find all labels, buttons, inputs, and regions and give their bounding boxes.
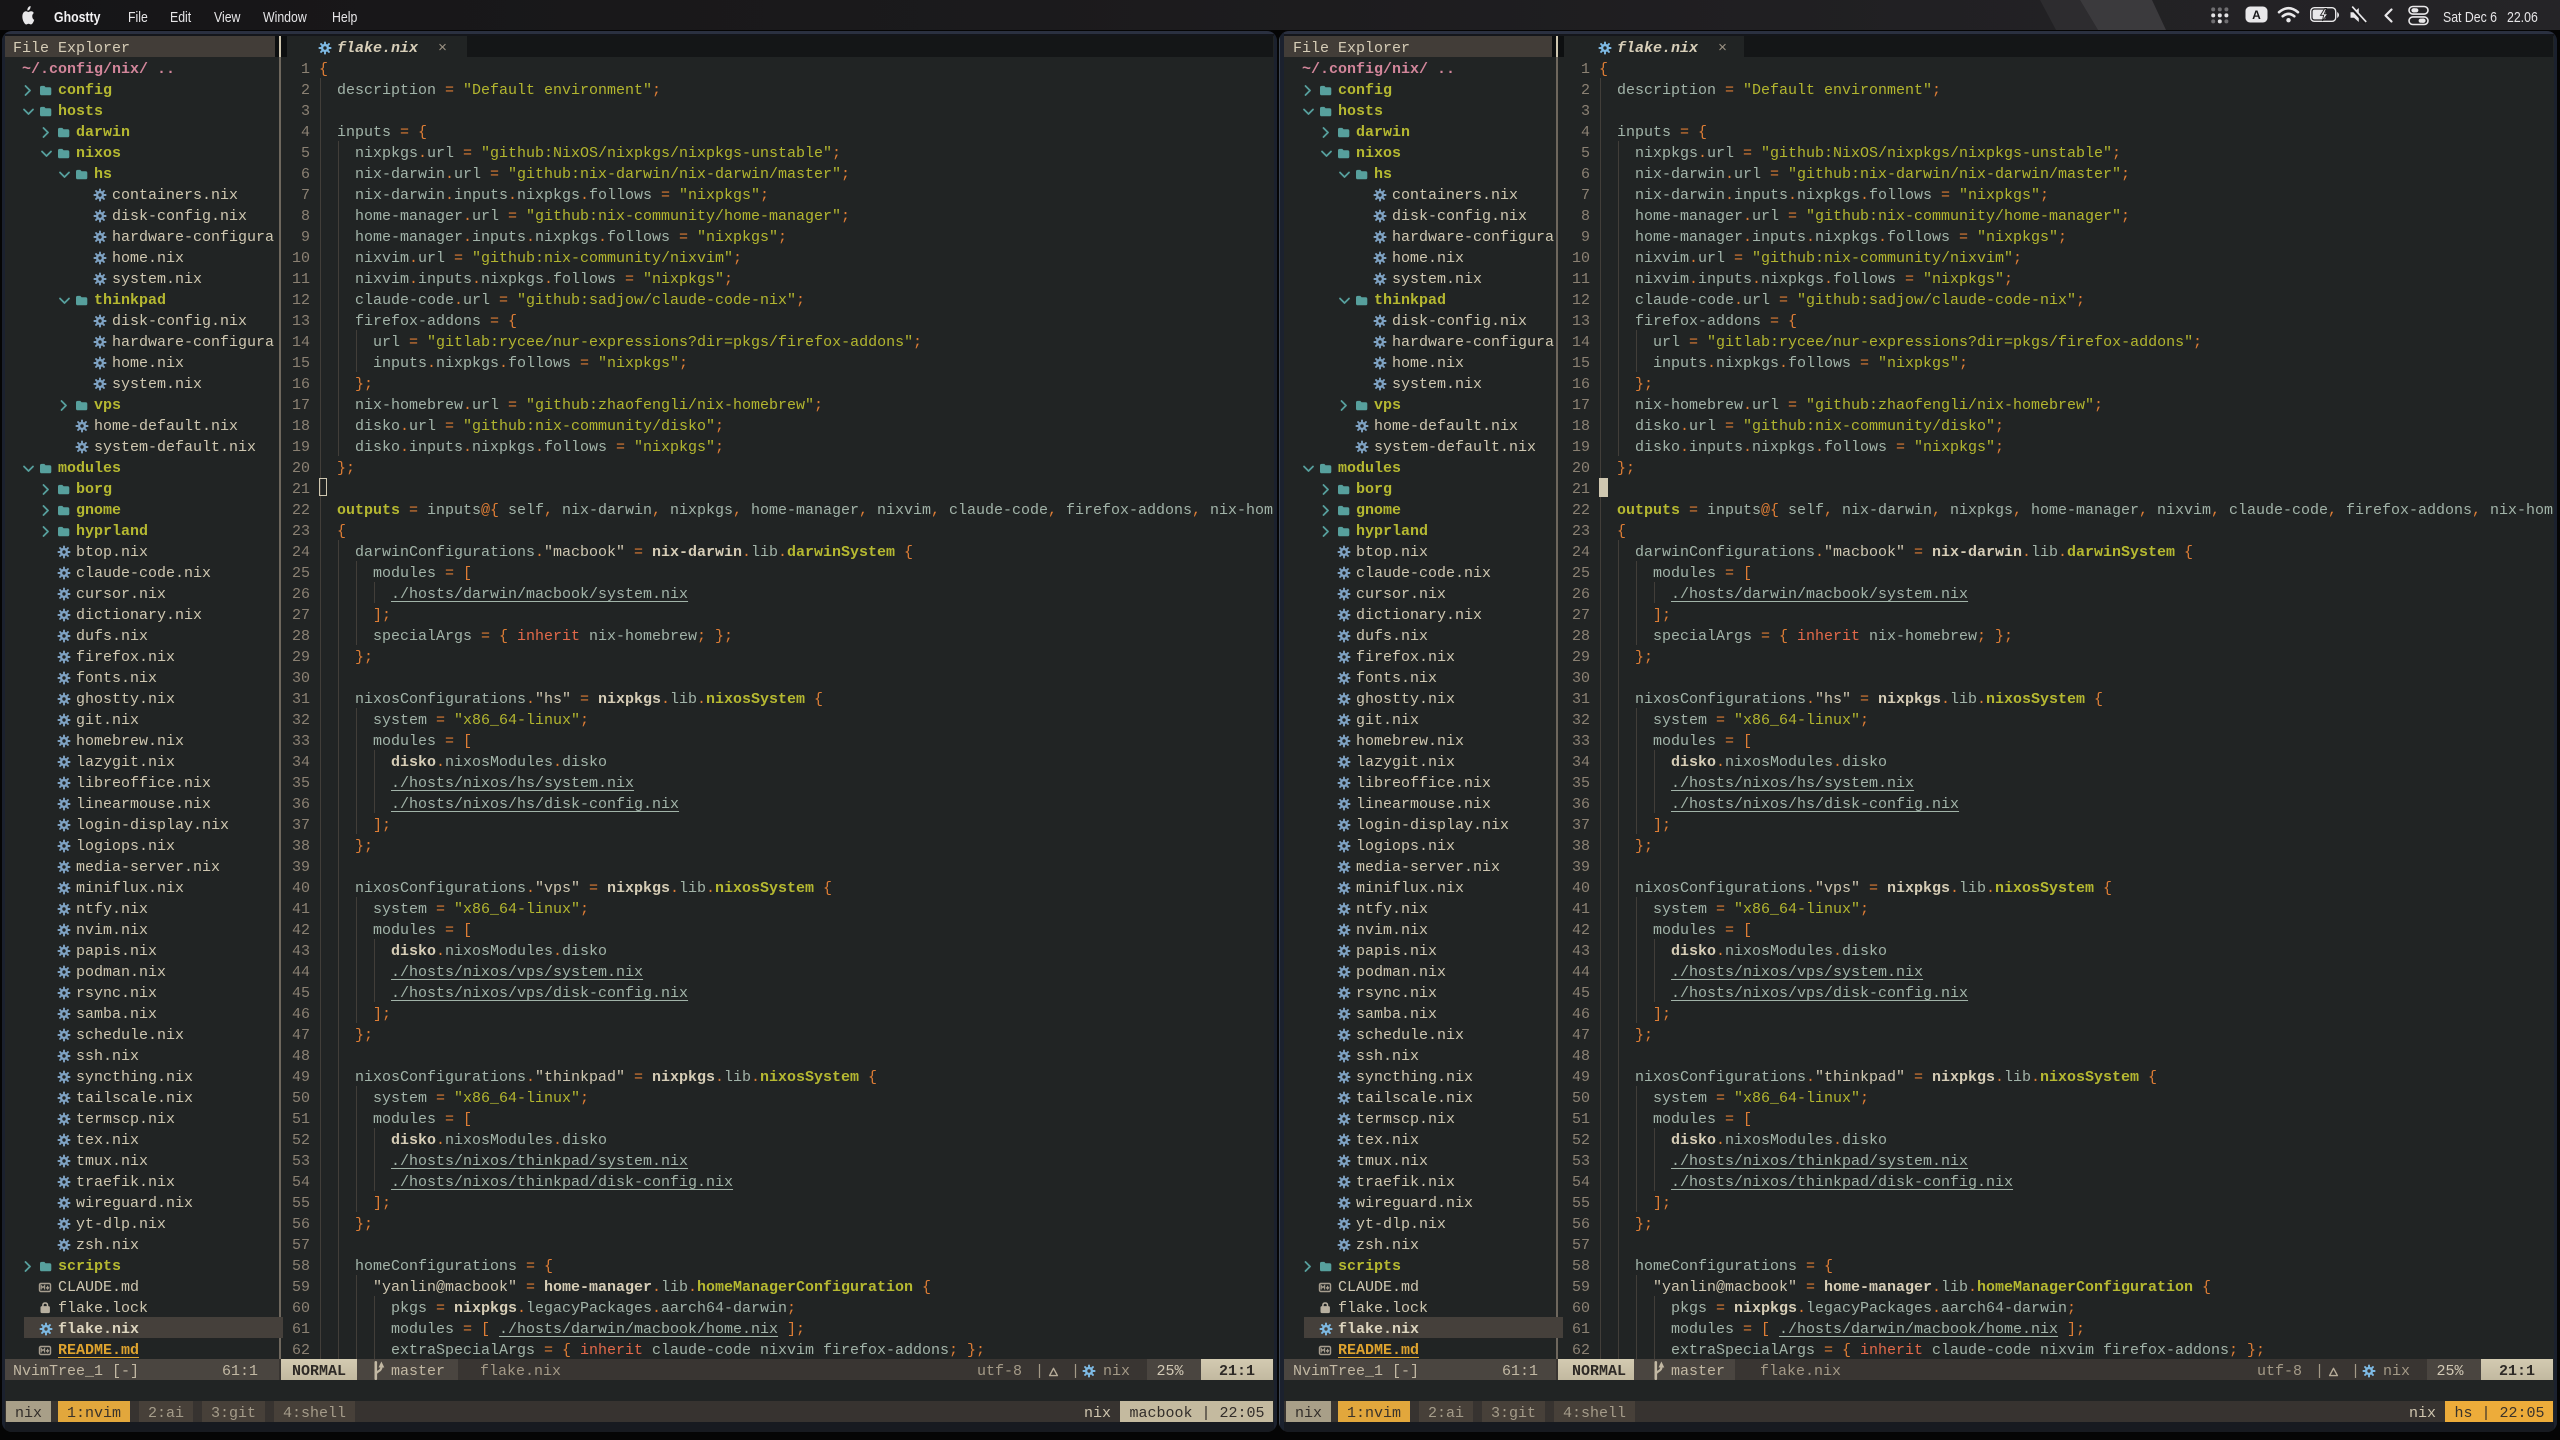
svg-text:A: A (2252, 8, 2261, 22)
